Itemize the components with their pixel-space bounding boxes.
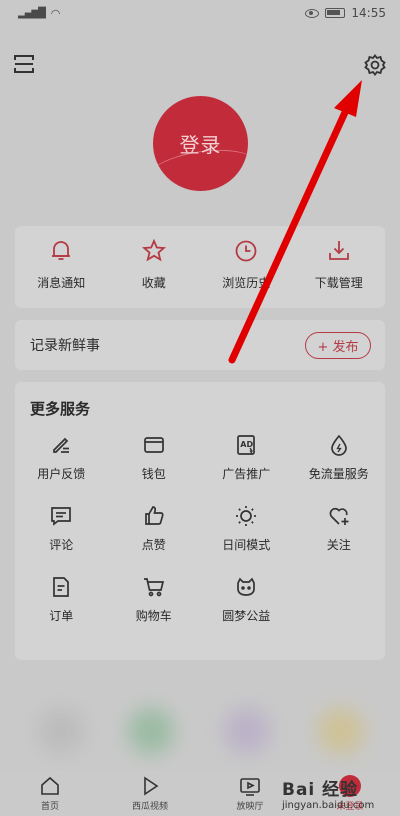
service-follow[interactable]: 关注 xyxy=(293,504,386,553)
clock-icon xyxy=(235,240,257,262)
svg-text:AD: AD xyxy=(241,440,254,449)
star-icon xyxy=(141,238,166,262)
signal-icon: ▂▄▆█ xyxy=(18,7,46,19)
service-label: 广告推广 xyxy=(222,467,271,481)
service-label: 关注 xyxy=(326,538,351,552)
services-grid: 用户反馈 钱包 AD 广告推广 免流量服务 评论 点赞 日间模式 关注 订单 购… xyxy=(15,433,385,624)
service-wallet[interactable]: 钱包 xyxy=(108,433,201,482)
tab-label: 西瓜视频 xyxy=(131,801,168,812)
service-likes[interactable]: 点赞 xyxy=(108,504,201,553)
service-label: 购物车 xyxy=(135,609,172,623)
service-label: 用户反馈 xyxy=(37,467,86,481)
heart-plus-icon xyxy=(329,507,349,525)
ad-icon: AD xyxy=(237,435,256,455)
login-label: 登录 xyxy=(179,133,222,157)
service-day-mode[interactable]: 日间模式 xyxy=(200,504,293,553)
tab-label: 首页 xyxy=(40,801,59,812)
eye-comfort-icon xyxy=(305,8,320,18)
service-label: 圆梦公益 xyxy=(222,609,271,623)
download-icon xyxy=(328,241,349,260)
service-cart[interactable]: 购物车 xyxy=(108,575,201,624)
quick-item-label: 浏览历史 xyxy=(222,276,271,290)
quick-item-label: 消息通知 xyxy=(37,276,86,290)
more-services-card: 更多服务 用户反馈 钱包 AD 广告推广 免流量服务 评论 点赞 日间模式 关注… xyxy=(15,382,385,660)
scan-icon[interactable] xyxy=(13,53,35,75)
data-free-icon xyxy=(330,434,347,456)
quick-item-downloads[interactable]: 下载管理 xyxy=(299,238,379,291)
sun-icon xyxy=(236,506,257,526)
order-icon xyxy=(53,577,70,597)
tab-label: 放映厅 xyxy=(236,801,264,812)
quick-item-notifications[interactable]: 消息通知 xyxy=(21,238,101,291)
quick-item-label: 收藏 xyxy=(141,276,166,290)
watermark-brand: Bai 经验 xyxy=(282,780,359,800)
wallet-icon xyxy=(143,437,164,453)
tab-cinema[interactable]: 放映厅 xyxy=(215,775,285,812)
blurred-content-row xyxy=(0,690,400,770)
watermark-url: jingyan.baidu.com xyxy=(282,800,375,811)
service-data-free[interactable]: 免流量服务 xyxy=(293,433,386,482)
thumb-up-icon xyxy=(144,506,164,525)
service-label: 点赞 xyxy=(141,538,166,552)
login-button[interactable]: 登录 xyxy=(153,96,248,191)
bell-icon xyxy=(52,241,71,260)
publish-button[interactable]: + 发布 xyxy=(305,331,371,359)
service-charity[interactable]: 圆梦公益 xyxy=(200,575,293,624)
home-icon xyxy=(41,776,59,795)
tv-play-icon xyxy=(240,777,260,796)
comment-icon xyxy=(51,507,72,526)
wifi-icon: ◠ xyxy=(50,6,61,20)
quick-item-history[interactable]: 浏览历史 xyxy=(206,238,286,291)
service-label: 评论 xyxy=(49,538,74,552)
service-orders[interactable]: 订单 xyxy=(15,575,108,624)
clock-time: 14:55 xyxy=(351,6,386,20)
service-label: 免流量服务 xyxy=(308,467,369,481)
quick-actions-card: 消息通知 收藏 浏览历史 下载管理 xyxy=(15,226,385,308)
status-bar: ▂▄▆█ ◠ 14:55 xyxy=(0,0,400,26)
quick-item-favorites[interactable]: 收藏 xyxy=(114,238,194,291)
service-ads[interactable]: AD 广告推广 xyxy=(200,433,293,482)
service-label: 日间模式 xyxy=(222,538,271,552)
feedback-icon xyxy=(53,437,70,453)
charity-icon xyxy=(237,577,256,596)
post-bar-label: 记录新鲜事 xyxy=(30,338,100,354)
quick-item-label: 下载管理 xyxy=(314,276,363,290)
service-label: 订单 xyxy=(49,609,74,623)
battery-icon xyxy=(325,8,346,18)
more-services-title: 更多服务 xyxy=(30,400,91,418)
service-label: 钱包 xyxy=(141,467,166,481)
cart-icon xyxy=(143,578,164,597)
play-icon xyxy=(144,776,159,795)
tab-xigua-video[interactable]: 西瓜视频 xyxy=(115,775,185,812)
settings-gear-icon[interactable] xyxy=(363,53,387,77)
tab-home[interactable]: 首页 xyxy=(15,775,85,812)
service-feedback[interactable]: 用户反馈 xyxy=(15,433,108,482)
service-comments[interactable]: 评论 xyxy=(15,504,108,553)
watermark: Bai 经验 jingyan.baidu.com xyxy=(282,775,392,813)
post-bar: 记录新鲜事 + 发布 xyxy=(15,320,385,370)
